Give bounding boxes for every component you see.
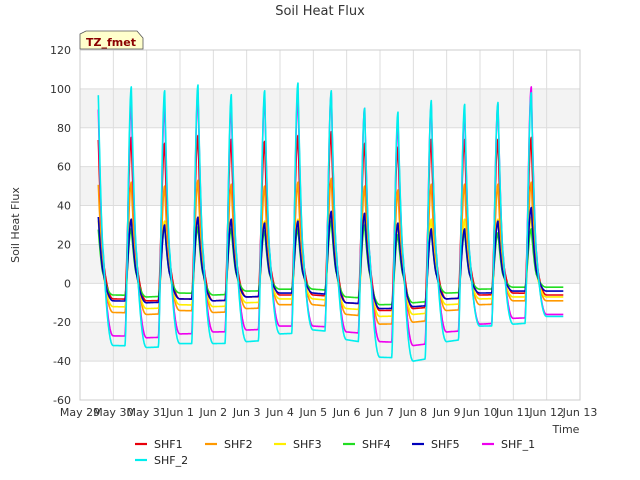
x-axis-title: Time	[552, 423, 580, 436]
x-tick-label: Jun 12	[528, 406, 564, 419]
x-tick-label: May 31	[127, 406, 167, 419]
station-badge: TZ_fmet	[79, 30, 144, 50]
x-tick-label: Jun 1	[165, 406, 194, 419]
x-tick-label: Jun 11	[495, 406, 531, 419]
legend-label: SHF4	[362, 438, 391, 451]
y-tick-label: 60	[57, 161, 71, 174]
x-tick-label: Jun 8	[398, 406, 427, 419]
x-tick-label: Jun 5	[298, 406, 327, 419]
x-tick-label: Jun 6	[332, 406, 361, 419]
soil-heat-flux-chart: -60-40-20020406080100120 May 29May 30May…	[0, 0, 640, 480]
x-tick-label: Jun 9	[432, 406, 461, 419]
legend-label: SHF2	[224, 438, 253, 451]
legend-label: SHF_2	[154, 454, 188, 467]
y-tick-label: 0	[64, 277, 71, 290]
legend-label: SHF3	[293, 438, 322, 451]
y-tick-label: 80	[57, 122, 71, 135]
y-axis-title: Soil Heat Flux	[9, 187, 22, 263]
y-tick-label: -20	[53, 316, 71, 329]
y-tick-label: 40	[57, 200, 71, 213]
legend-label: SHF1	[154, 438, 183, 451]
station-badge-label: TZ_fmet	[86, 36, 136, 49]
y-tick-label: 100	[50, 83, 71, 96]
legend-label: SHF_1	[501, 438, 535, 451]
y-tick-label: 20	[57, 238, 71, 251]
x-tick-label: Jun 2	[198, 406, 227, 419]
y-tick-label: 120	[50, 44, 71, 57]
x-tick-label: Jun 4	[265, 406, 294, 419]
x-tick-label: Jun 10	[462, 406, 498, 419]
x-tick-label: Jun 7	[365, 406, 394, 419]
legend-label: SHF5	[431, 438, 460, 451]
y-tick-label: -40	[53, 355, 71, 368]
x-tick-label: Jun 3	[232, 406, 261, 419]
chart-title: Soil Heat Flux	[275, 4, 365, 19]
x-tick-label: Jun 13	[562, 406, 598, 419]
grid-band	[80, 322, 580, 362]
